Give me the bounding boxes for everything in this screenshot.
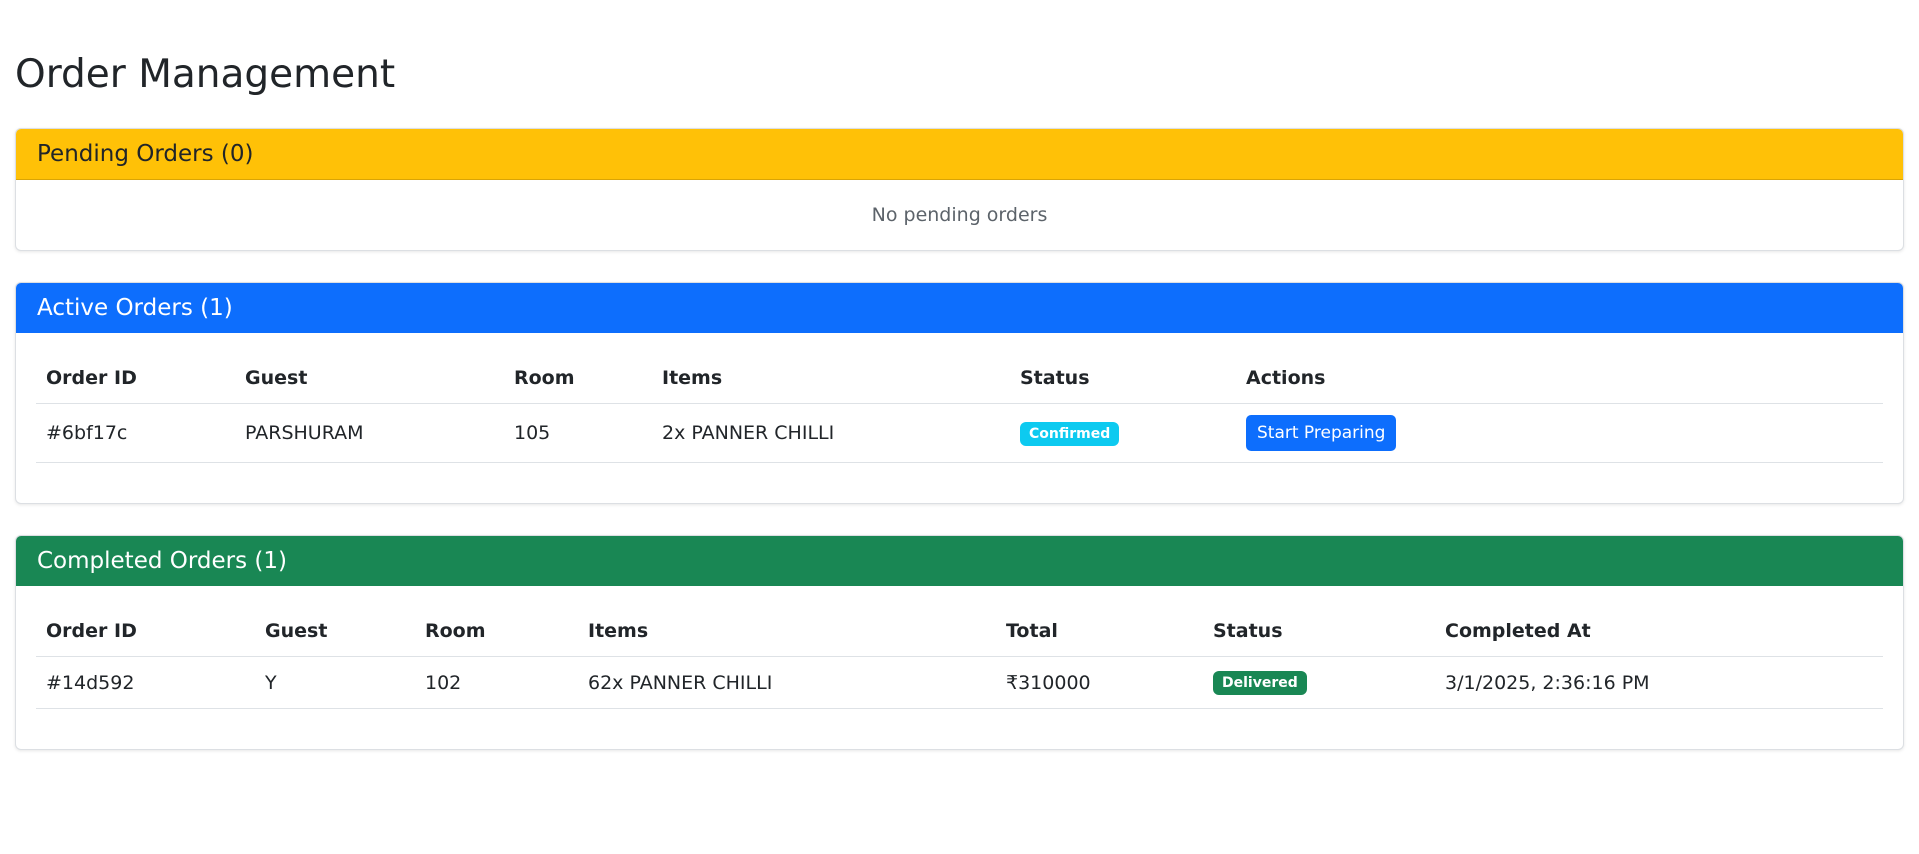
column-header-order-id: Order ID	[36, 606, 255, 657]
column-header-guest: Guest	[255, 606, 415, 657]
guest-cell: Y	[255, 656, 415, 709]
room-cell: 102	[415, 656, 578, 709]
guest-cell: PARSHURAM	[235, 403, 504, 463]
items-cell: 62x PANNER CHILLI	[578, 656, 996, 709]
table-row: #6bf17c PARSHURAM 105 2x PANNER CHILLI C…	[36, 403, 1883, 463]
room-cell: 105	[504, 403, 652, 463]
active-orders-table: Order ID Guest Room Items Status Actions…	[36, 353, 1883, 463]
active-orders-header: Active Orders (1)	[16, 283, 1903, 333]
column-header-completed-at: Completed At	[1435, 606, 1883, 657]
total-cell: ₹310000	[996, 656, 1203, 709]
column-header-items: Items	[652, 353, 1010, 404]
active-orders-card: Active Orders (1) Order ID Guest Room It…	[15, 282, 1904, 504]
column-header-status: Status	[1203, 606, 1435, 657]
order-id-cell: #6bf17c	[36, 403, 235, 463]
column-header-order-id: Order ID	[36, 353, 235, 404]
column-header-actions: Actions	[1236, 353, 1883, 404]
status-cell: Delivered	[1203, 656, 1435, 709]
active-orders-header-row: Order ID Guest Room Items Status Actions	[36, 353, 1883, 404]
completed-orders-header-row: Order ID Guest Room Items Total Status C…	[36, 606, 1883, 657]
column-header-total: Total	[996, 606, 1203, 657]
completed-at-cell: 3/1/2025, 2:36:16 PM	[1435, 656, 1883, 709]
completed-orders-table: Order ID Guest Room Items Total Status C…	[36, 606, 1883, 709]
order-id-cell: #14d592	[36, 656, 255, 709]
pending-orders-card: Pending Orders (0) No pending orders	[15, 128, 1904, 251]
status-badge: Delivered	[1213, 671, 1307, 695]
items-cell: 2x PANNER CHILLI	[652, 403, 1010, 463]
pending-orders-header: Pending Orders (0)	[16, 129, 1903, 180]
start-preparing-button[interactable]: Start Preparing	[1246, 415, 1397, 451]
page-title: Order Management	[15, 52, 396, 97]
table-row: #14d592 Y 102 62x PANNER CHILLI ₹310000 …	[36, 656, 1883, 709]
column-header-room: Room	[504, 353, 652, 404]
column-header-items: Items	[578, 606, 996, 657]
column-header-guest: Guest	[235, 353, 504, 404]
pending-orders-empty-message: No pending orders	[871, 204, 1048, 226]
status-cell: Confirmed	[1010, 403, 1236, 463]
status-badge: Confirmed	[1020, 421, 1120, 446]
completed-orders-header: Completed Orders (1)	[16, 536, 1903, 586]
actions-cell: Start Preparing	[1236, 403, 1883, 463]
column-header-room: Room	[415, 606, 578, 657]
order-management-page: Order Management Pending Orders (0) No p…	[0, 0, 1919, 750]
completed-orders-card: Completed Orders (1) Order ID Guest Room…	[15, 535, 1904, 750]
column-header-status: Status	[1010, 353, 1236, 404]
